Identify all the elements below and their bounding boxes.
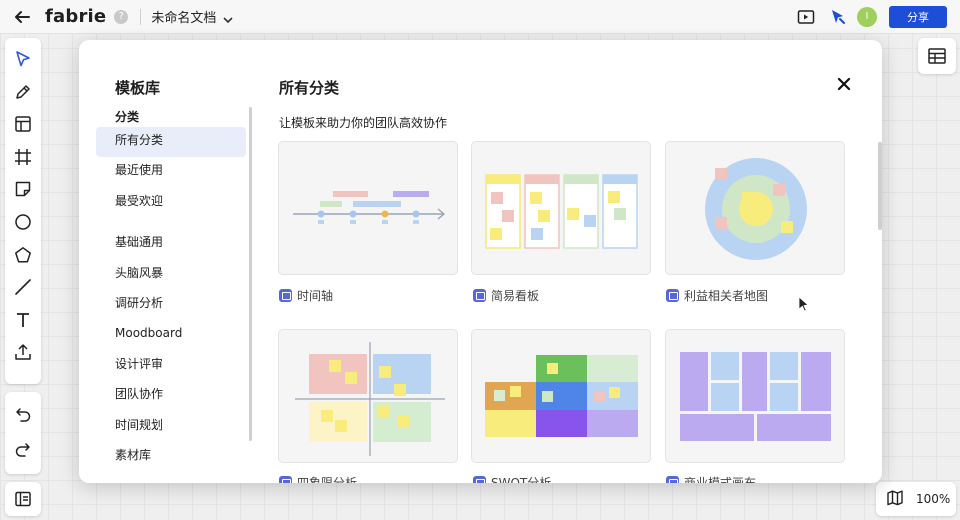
template-library-modal: 模板库 分类 所有分类 最近使用 最受欢迎 基础通用 头脑风暴 调研分析 Moo…: [79, 40, 882, 483]
template-name: 时间轴: [297, 289, 334, 303]
category-item-recent[interactable]: 最近使用: [96, 157, 246, 187]
sidebar-toggle-icon[interactable]: [5, 482, 41, 516]
subtitle: 让模板来助力你的团队高效协作: [279, 116, 448, 130]
template-icon: [279, 476, 292, 483]
mouse-cursor-icon: [798, 296, 810, 312]
category-list: 所有分类 最近使用 最受欢迎 基础通用 头脑风暴 调研分析 Moodboard …: [96, 127, 246, 472]
table-icon[interactable]: [918, 38, 956, 74]
redo-icon[interactable]: [12, 439, 34, 460]
category-item-design-review[interactable]: 设计评审: [96, 351, 246, 381]
template-name: SWOT分析: [491, 476, 552, 483]
map-icon[interactable]: [886, 489, 904, 510]
top-bar: fabrie ? 未命名文档 I 分享: [0, 0, 960, 34]
template-card-timeline[interactable]: [278, 141, 458, 275]
category-item-brainstorm[interactable]: 头脑风暴: [96, 260, 246, 290]
template-label[interactable]: 时间轴: [279, 287, 333, 304]
select-icon[interactable]: [12, 48, 34, 70]
template-icon: [473, 289, 486, 302]
template-label[interactable]: 商业模式画布: [666, 474, 756, 483]
polygon-icon[interactable]: [12, 244, 34, 266]
template-card-quadrant[interactable]: [278, 329, 458, 463]
modal-scrollbar[interactable]: [878, 142, 882, 230]
category-item-popular[interactable]: 最受欢迎: [96, 188, 246, 218]
template-card-kanban[interactable]: [471, 141, 651, 275]
category-item-moodboard[interactable]: Moodboard: [96, 320, 246, 350]
template-card-business-canvas[interactable]: [665, 329, 845, 463]
close-icon[interactable]: [836, 76, 852, 92]
text-icon[interactable]: [12, 309, 34, 331]
category-item-research[interactable]: 调研分析: [96, 290, 246, 320]
undo-icon[interactable]: [12, 404, 34, 425]
category-heading: 分类: [115, 110, 140, 124]
category-scrollbar[interactable]: [249, 107, 252, 441]
pen-icon[interactable]: [12, 81, 34, 103]
template-label[interactable]: 四象限分析: [279, 474, 357, 483]
category-item-basic[interactable]: 基础通用: [96, 229, 246, 259]
zoom-level[interactable]: 100%: [916, 492, 950, 506]
template-name: 商业模式画布: [684, 476, 757, 483]
template-icon: [279, 289, 292, 302]
document-title[interactable]: 未命名文档: [151, 7, 216, 26]
template-name: 简易看板: [491, 289, 540, 303]
present-icon[interactable]: [797, 8, 815, 26]
zoom-control[interactable]: 100%: [876, 482, 956, 516]
template-label[interactable]: 利益相关者地图: [666, 287, 768, 304]
left-toolbar: [5, 38, 41, 384]
category-item-planning[interactable]: 时间规划: [96, 412, 246, 442]
history-toolbar: [5, 392, 41, 474]
template-icon: [473, 476, 486, 483]
help-icon[interactable]: ?: [114, 9, 129, 24]
template-icon: [666, 476, 679, 483]
chevron-down-icon[interactable]: [222, 11, 234, 23]
frame-icon[interactable]: [12, 146, 34, 168]
brand-logo[interactable]: fabrie: [45, 6, 106, 27]
template-icon: [666, 289, 679, 302]
sticky-note-icon[interactable]: [12, 178, 34, 200]
category-item-teamwork[interactable]: 团队协作: [96, 381, 246, 411]
category-item-all[interactable]: 所有分类: [96, 127, 246, 158]
back-arrow-icon[interactable]: [13, 8, 31, 26]
divider: [140, 8, 142, 25]
category-item-assets[interactable]: 素材库: [96, 442, 246, 472]
laser-pointer-icon[interactable]: [829, 8, 847, 26]
template-name: 四象限分析: [297, 476, 358, 483]
line-icon[interactable]: [12, 276, 34, 298]
template-card-stakeholder-map[interactable]: [665, 141, 845, 275]
template-card-swot[interactable]: [471, 329, 651, 463]
circle-icon[interactable]: [12, 211, 34, 233]
category-spacer: [96, 218, 246, 229]
upload-icon[interactable]: [12, 341, 34, 363]
template-icon[interactable]: [12, 113, 34, 135]
user-avatar[interactable]: I: [857, 7, 877, 27]
template-label[interactable]: SWOT分析: [473, 474, 551, 483]
library-title: 模板库: [115, 79, 161, 97]
template-label[interactable]: 简易看板: [473, 287, 539, 304]
share-button[interactable]: 分享: [889, 6, 947, 28]
main-title: 所有分类: [279, 79, 340, 97]
template-name: 利益相关者地图: [684, 289, 769, 303]
